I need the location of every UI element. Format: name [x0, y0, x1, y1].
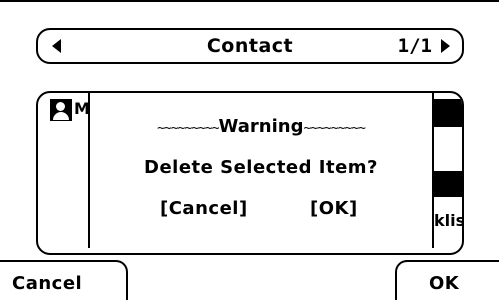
title-bar: Contact 1/1 [36, 28, 464, 64]
contact-person-icon [50, 99, 72, 121]
cancel-softkey-label: Cancel [12, 273, 83, 294]
list-item-right-partial-text: klis [434, 211, 464, 230]
right-arrow-icon[interactable] [441, 39, 450, 53]
dialog-message: Delete Selected Item? [144, 157, 378, 178]
top-border-line [0, 0, 499, 2]
cancel-softkey[interactable]: Cancel [0, 260, 128, 300]
dialog-cancel-button[interactable]: [Cancel] [160, 198, 248, 219]
selection-highlight-bottom [434, 171, 462, 197]
dialog-title-row: ~~~~~~~~~Warning~~~~~~~~~ [90, 116, 432, 137]
dialog-title: Warning [218, 116, 304, 137]
warning-dialog: ~~~~~~~~~Warning~~~~~~~~~ Delete Selecte… [88, 93, 434, 248]
page-indicator: 1/1 [397, 35, 432, 57]
title-decoration-left: ~~~~~~~~~ [157, 121, 219, 136]
ok-softkey-label: OK [429, 273, 460, 294]
selection-highlight-top [434, 99, 462, 127]
dialog-ok-button[interactable]: [OK] [310, 198, 358, 219]
ok-softkey[interactable]: OK [395, 260, 499, 300]
title-decoration-right: ~~~~~~~~~ [303, 121, 365, 136]
